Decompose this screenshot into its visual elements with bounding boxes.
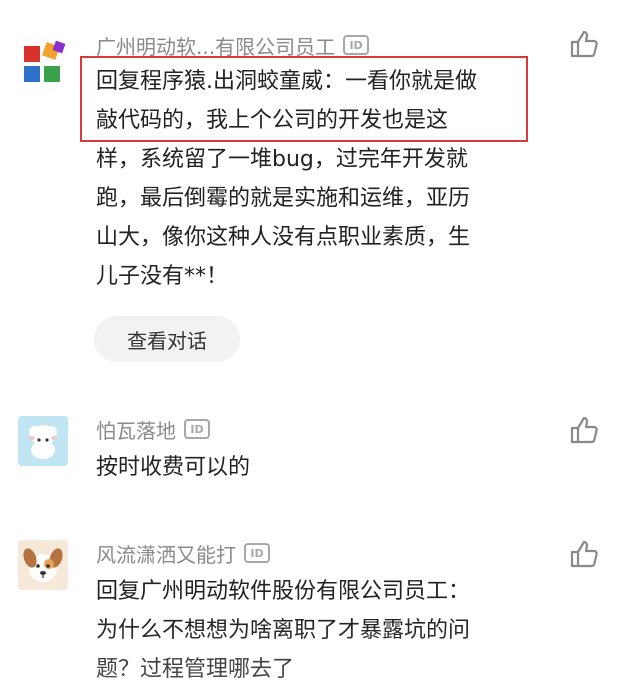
view-conversation-button[interactable]: 查看对话 — [94, 316, 240, 362]
id-badge-icon: ID — [343, 35, 370, 55]
thumbs-up-icon[interactable] — [568, 414, 600, 446]
avatar[interactable] — [18, 38, 68, 88]
text-line: 按时收费可以的 — [96, 455, 251, 480]
thumbs-up-icon[interactable] — [568, 538, 600, 570]
comment-text: 回复程序猿.出洞蛟童威：一看你就是做 敲代码的，我上个公司的开发也是这 样，系统… — [96, 62, 536, 296]
username[interactable]: 风流潇洒又能打 — [96, 539, 236, 568]
comment-2: 怕瓦落地 ID 按时收费可以的 — [0, 400, 638, 510]
text-line: 样，系统留了一堆bug，过完年开发就 — [96, 147, 468, 172]
text-line: 跑，最后倒霉的就是实施和运维，亚历 — [96, 186, 471, 211]
text-line: 儿子没有**！ — [96, 264, 229, 289]
comment-text: 回复广州明动软件股份有限公司员工： 为什么不想想为啥离职了才暴露坑的问 题？过程… — [96, 572, 536, 689]
thumbs-up-icon[interactable] — [568, 28, 600, 60]
comment-1: 广州明动软...有限公司员工 ID 回复程序猿.出洞蛟童威：一看你就是做 敲代码… — [0, 0, 638, 380]
text-line: 题？过程管理哪去了 — [96, 657, 295, 682]
id-badge-icon: ID — [244, 543, 270, 563]
id-badge-icon: ID — [184, 419, 210, 439]
username-row: 风流潇洒又能打 ID — [96, 538, 270, 568]
dog-avatar-icon — [18, 540, 68, 590]
text-line: 敲代码的，我上个公司的开发也是这 — [96, 108, 449, 133]
text-line: 回复广州明动软件股份有限公司员工： — [96, 579, 471, 604]
text-line: 为什么不想想为啥离职了才暴露坑的问 — [96, 618, 471, 643]
sheep-avatar-icon — [18, 416, 68, 466]
comment-text: 按时收费可以的 — [96, 448, 536, 487]
text-line: 山大，像你这种人没有点职业素质，生 — [96, 225, 471, 250]
username-row: 怕瓦落地 ID — [96, 414, 210, 444]
username[interactable]: 怕瓦落地 — [96, 415, 176, 444]
avatar[interactable] — [18, 540, 68, 590]
avatar-tiles-icon — [24, 40, 66, 82]
comment-3: 风流潇洒又能打 ID 回复广州明动软件股份有限公司员工： 为什么不想想为啥离职了… — [0, 522, 638, 697]
text-line: 回复程序猿.出洞蛟童威：一看你就是做 — [96, 69, 477, 94]
avatar[interactable] — [18, 416, 68, 466]
